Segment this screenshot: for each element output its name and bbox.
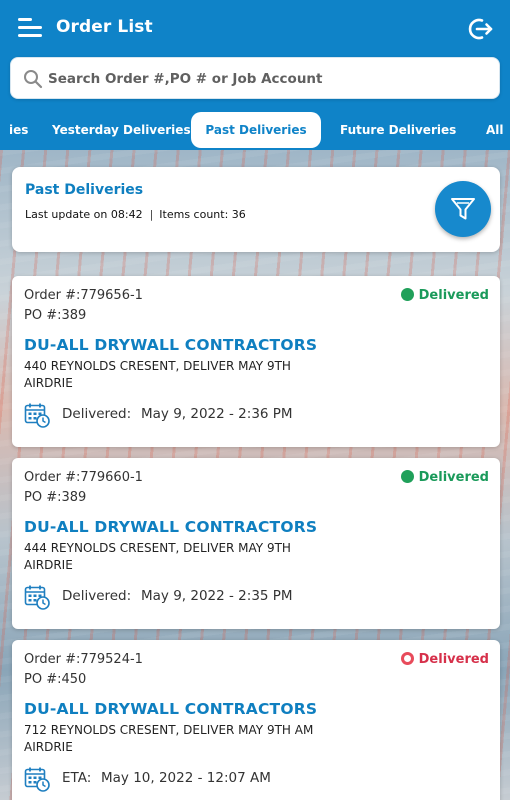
page-title: Order List	[56, 17, 153, 37]
tab-future-deliveries[interactable]: Future Deliveries	[340, 112, 456, 148]
company-name: DU-ALL DRYWALL CONTRACTORS	[24, 700, 318, 718]
order-card[interactable]: Order #:779660-1 PO #:389 Delivered DU-A…	[12, 458, 500, 629]
status-label: Delivered	[418, 288, 489, 303]
summary-title: Past Deliveries	[25, 182, 144, 198]
delivery-city: AIRDRIE	[24, 376, 73, 390]
tab-yesterday-deliveries[interactable]: Yesterday Deliveries	[52, 112, 191, 148]
status-badge: Delivered	[400, 288, 489, 303]
calendar-clock-icon	[24, 767, 50, 792]
delivery-label: ETA:	[62, 770, 92, 786]
delivery-address: 712 REYNOLDS CRESENT, DELIVER MAY 9TH AM	[24, 723, 314, 737]
delivery-label: Delivered:	[62, 406, 132, 422]
tab-partial-deliveries[interactable]: ies	[9, 112, 28, 148]
filter-button[interactable]	[435, 181, 491, 237]
order-number: Order #:779656-1	[24, 288, 143, 303]
items-count-text: Items count: 36	[159, 208, 246, 221]
order-number: Order #:779660-1	[24, 470, 143, 485]
summary-card: Past Deliveries Last update on 08:42 | Ite…	[12, 167, 500, 252]
tab-all[interactable]: All	[486, 112, 504, 148]
summary-meta: Last update on 08:42 | Items count: 36	[25, 208, 246, 221]
status-ring-icon	[400, 652, 414, 665]
status-label: Delivered	[418, 652, 489, 667]
delivery-city: AIRDRIE	[24, 558, 73, 572]
delivery-datetime: May 9, 2022 - 2:36 PM	[141, 406, 293, 422]
status-dot-icon	[400, 470, 414, 483]
delivery-label: Delivered:	[62, 588, 132, 604]
status-badge: Delivered	[400, 652, 489, 667]
status-dot-icon	[400, 288, 414, 301]
top-header: Order List ies Yesterday Deliveries Past…	[0, 0, 510, 150]
status-label: Delivered	[418, 470, 489, 485]
tab-past-deliveries[interactable]: Past Deliveries	[191, 112, 321, 148]
order-number: Order #:779524-1	[24, 652, 143, 667]
logout-icon[interactable]	[466, 16, 494, 42]
po-number: PO #:389	[24, 308, 87, 323]
po-number: PO #:389	[24, 490, 87, 505]
po-number: PO #:450	[24, 672, 87, 687]
search-input[interactable]	[46, 58, 490, 100]
company-name: DU-ALL DRYWALL CONTRACTORS	[24, 518, 318, 536]
company-name: DU-ALL DRYWALL CONTRACTORS	[24, 336, 318, 354]
delivery-datetime: May 9, 2022 - 2:35 PM	[141, 588, 293, 604]
app-screen: Order List ies Yesterday Deliveries Past…	[0, 0, 510, 800]
hamburger-menu-icon[interactable]	[18, 16, 44, 40]
calendar-clock-icon	[24, 585, 50, 610]
status-badge: Delivered	[400, 470, 489, 485]
calendar-clock-icon	[24, 403, 50, 428]
search-bar	[10, 57, 500, 100]
last-update-text: Last update on 08:42	[25, 208, 143, 221]
delivery-address: 440 REYNOLDS CRESENT, DELIVER MAY 9TH	[24, 359, 291, 373]
delivery-datetime: May 10, 2022 - 12:07 AM	[101, 770, 271, 786]
delivery-tabs: ies Yesterday Deliveries Past Deliveries…	[0, 112, 510, 148]
delivery-city: AIRDRIE	[24, 740, 73, 754]
filter-icon	[451, 198, 475, 220]
search-icon	[24, 70, 43, 89]
order-card[interactable]: Order #:779656-1 PO #:389 Delivered DU-A…	[12, 276, 500, 447]
order-card[interactable]: Order #:779524-1 PO #:450 Delivered DU-A…	[12, 640, 500, 800]
delivery-address: 444 REYNOLDS CRESENT, DELIVER MAY 9TH	[24, 541, 291, 555]
